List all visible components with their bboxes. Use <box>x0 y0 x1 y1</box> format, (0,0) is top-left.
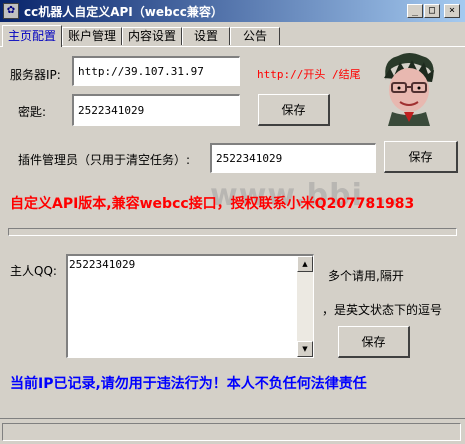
server-ip-input[interactable] <box>72 56 240 86</box>
tab-content[interactable]: 内容设置 <box>122 27 182 45</box>
key-label: 密匙: <box>18 105 47 119</box>
cartoon-face-avatar-icon <box>378 50 440 126</box>
save-owner-button[interactable]: 保存 <box>338 326 410 358</box>
plugin-admin-input[interactable] <box>210 143 376 173</box>
version-notice: 自定义API版本,兼容webcc接口，授权联系小米Q207781983 <box>10 196 415 212</box>
scroll-up-icon[interactable]: ▲ <box>297 256 313 272</box>
tab-account[interactable]: 账户管理 <box>62 27 122 45</box>
save-key-button[interactable]: 保存 <box>258 94 330 126</box>
save-plugin-admin-button[interactable]: 保存 <box>384 141 458 173</box>
plugin-admin-label: 插件管理员（只用于清空任务）: <box>18 153 191 167</box>
maximize-button[interactable]: □ <box>424 4 440 18</box>
tab-home-config[interactable]: 主页配置 <box>2 25 62 47</box>
textarea-scrollbar[interactable]: ▲ ▼ <box>297 256 313 357</box>
owner-qq-label: 主人QQ: <box>10 264 57 278</box>
key-input[interactable] <box>72 94 240 126</box>
status-pane <box>2 423 461 441</box>
window-title: cc机器人自定义API（webcc兼容） <box>24 5 223 19</box>
title-bar[interactable]: ✿ cc机器人自定义API（webcc兼容） _ □ × <box>0 0 465 22</box>
app-icon: ✿ <box>3 3 19 19</box>
owner-help-line1: 多个请用,隔开 <box>328 269 404 283</box>
tab-announcement[interactable]: 公告 <box>230 27 280 45</box>
owner-qq-value: 2522341029 <box>69 258 136 271</box>
legal-warning: 当前IP已记录,请勿用于违法行为！本人不负任何法律责任 <box>10 376 367 392</box>
tab-divider <box>0 46 465 47</box>
tab-strip: 主页配置 账户管理 内容设置 设置 公告 <box>0 25 465 47</box>
tab-settings[interactable]: 设置 <box>182 27 230 45</box>
minimize-button[interactable]: _ <box>407 4 423 18</box>
owner-help-line2: ，是英文状态下的逗号 <box>322 303 443 317</box>
close-button[interactable]: × <box>444 4 460 18</box>
scroll-down-icon[interactable]: ▼ <box>297 341 313 357</box>
server-ip-label: 服务器IP: <box>10 68 61 82</box>
status-bar <box>0 418 465 444</box>
owner-qq-textarea[interactable]: 2522341029 ▲ ▼ <box>66 254 314 358</box>
section-separator <box>8 228 457 236</box>
avatar <box>378 50 440 126</box>
url-format-hint: http://开头 /结尾 <box>257 68 361 81</box>
